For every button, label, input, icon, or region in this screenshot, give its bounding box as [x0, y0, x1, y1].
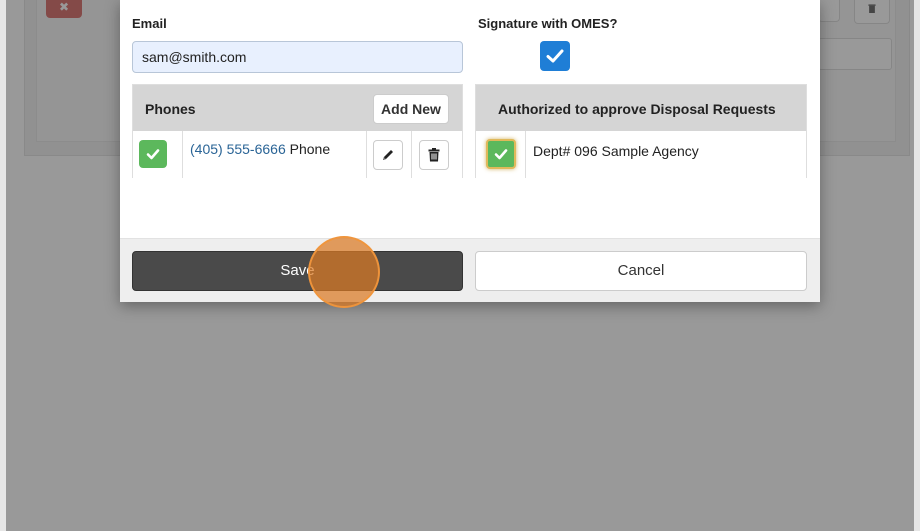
signature-checkbox[interactable] [540, 41, 570, 71]
email-field[interactable]: sam@smith.com [132, 41, 463, 73]
cell-divider [366, 131, 367, 178]
checkmark-icon [494, 149, 508, 160]
authorized-table: Authorized to approve Disposal Requests … [475, 84, 807, 178]
edit-phone-button[interactable] [373, 140, 403, 170]
authorized-table-header: Authorized to approve Disposal Requests [476, 85, 806, 131]
pencil-icon [383, 150, 393, 160]
authorized-dept-checkbox[interactable] [486, 139, 516, 169]
phones-table: Phones Add New (405) 555-6666 Phone [132, 84, 463, 178]
authorized-dept-label: Dept# 096 Sample Agency [533, 143, 699, 159]
cell-divider [182, 131, 183, 178]
phones-table-header: Phones Add New [133, 85, 462, 131]
checkmark-icon [146, 149, 160, 160]
cancel-button[interactable]: Cancel [475, 251, 807, 291]
save-button[interactable]: Save [132, 251, 463, 291]
modal-footer: Save Cancel [120, 238, 820, 302]
phone-number-link[interactable]: (405) 555-6666 [190, 141, 286, 157]
add-new-phone-button[interactable]: Add New [373, 94, 449, 124]
delete-phone-button[interactable] [419, 140, 449, 170]
cell-divider [525, 131, 526, 178]
edit-user-modal: Email sam@smith.com Signature with OMES?… [120, 0, 820, 302]
checkmark-icon [546, 49, 564, 63]
phone-entry: (405) 555-6666 Phone [190, 141, 330, 157]
cell-divider [411, 131, 412, 178]
phone-type: Phone [289, 141, 331, 157]
table-row: Dept# 096 Sample Agency [476, 131, 806, 178]
email-label: Email [132, 16, 167, 31]
table-row: (405) 555-6666 Phone [133, 131, 462, 178]
authorized-header-title: Authorized to approve Disposal Requests [498, 101, 776, 117]
phone-primary-checkbox[interactable] [139, 140, 167, 168]
right-edge [914, 0, 920, 531]
phones-header-title: Phones [145, 101, 196, 117]
trash-icon [428, 148, 440, 162]
signature-label: Signature with OMES? [478, 16, 618, 31]
left-edge [0, 0, 6, 531]
